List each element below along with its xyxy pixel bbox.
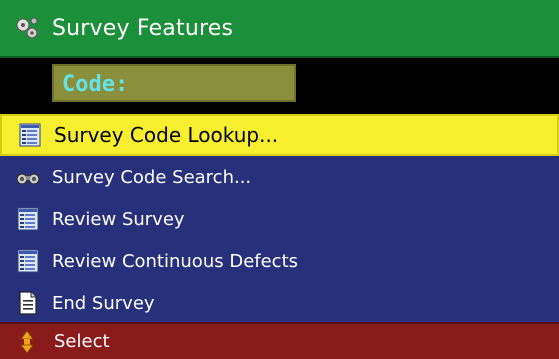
gears-icon — [14, 15, 40, 41]
survey-features-window: Survey Features Code: Survey Code Lookup… — [0, 0, 559, 359]
menu-item-survey-code-lookup[interactable]: Survey Code Lookup... — [0, 114, 559, 156]
menu-item-label: Survey Code Lookup... — [54, 123, 279, 147]
menu-item-label: Review Continuous Defects — [52, 250, 299, 272]
survey-menu: Survey Code Lookup... Survey Code Search… — [0, 114, 559, 322]
window-title: Survey Features — [52, 15, 234, 41]
code-entry-bar: Code: — [0, 58, 559, 114]
select-hint: Select — [54, 331, 110, 352]
code-input[interactable]: Code: — [52, 64, 296, 102]
menu-item-end-survey[interactable]: End Survey — [0, 282, 559, 324]
title-bar: Survey Features — [0, 0, 559, 58]
menu-item-label: Review Survey — [52, 208, 185, 230]
list-icon — [18, 123, 42, 147]
menu-item-label: End Survey — [52, 292, 155, 314]
menu-item-review-survey[interactable]: Review Survey — [0, 198, 559, 240]
document-icon — [16, 291, 40, 315]
menu-item-review-continuous-defects[interactable]: Review Continuous Defects — [0, 240, 559, 282]
status-bar: Select — [0, 322, 559, 359]
list-icon — [16, 207, 40, 231]
binoculars-icon — [16, 165, 40, 189]
menu-item-label: Survey Code Search... — [52, 166, 252, 188]
list-icon — [16, 249, 40, 273]
code-label: Code: — [62, 72, 129, 97]
menu-item-survey-code-search[interactable]: Survey Code Search... — [0, 156, 559, 198]
up-down-arrows-icon — [18, 329, 36, 354]
